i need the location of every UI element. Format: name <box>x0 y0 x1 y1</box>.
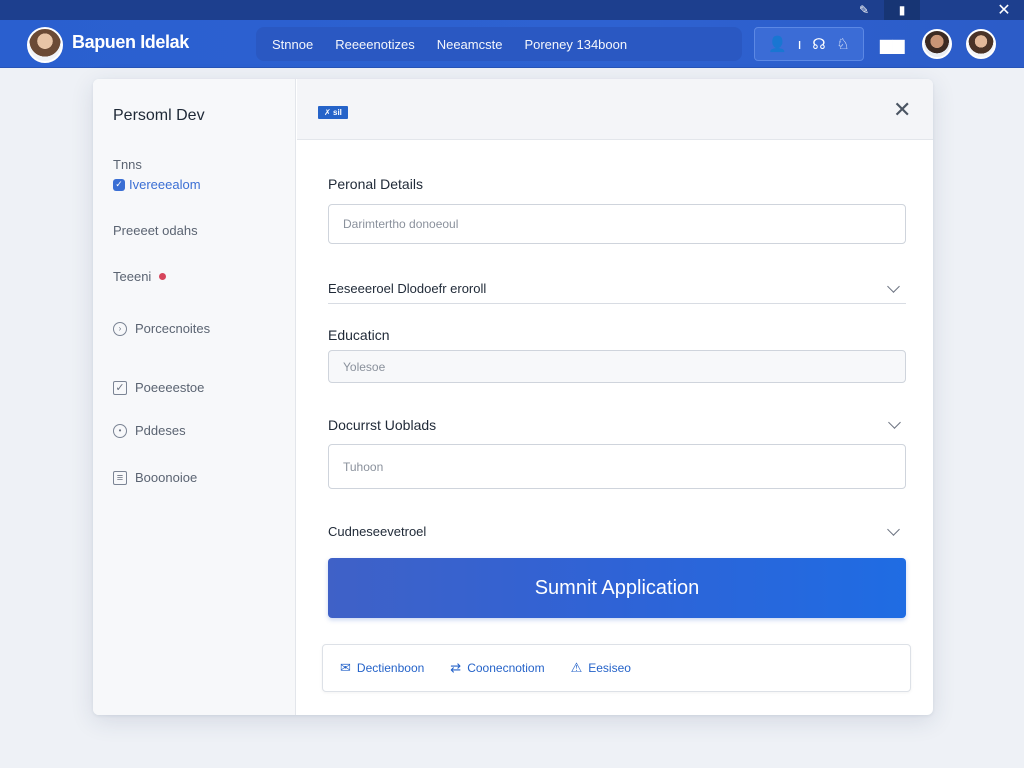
sidebar-title: Persoml Dev <box>113 107 205 124</box>
personal-details-placeholder: Darimtertho donoeoul <box>343 217 459 231</box>
sidebar-item-label: Booonoioe <box>135 470 198 485</box>
document-icon: ≡ <box>113 470 127 485</box>
sidebar-item-6[interactable]: ≡ Booonoioe <box>113 470 197 485</box>
dropdown-select-1[interactable]: Eeseeeroel Dlodoefr eroroll <box>328 274 906 304</box>
window-close-button[interactable]: ✕ <box>984 0 1024 20</box>
nav-item-portal[interactable]: Poreney 134boon <box>513 37 638 52</box>
chevron-down-icon <box>887 522 900 536</box>
window-title-bar: ✎ ▮ ✕ <box>0 0 1024 20</box>
sidebar-item-label: Poeeeestoe <box>135 380 205 395</box>
documents-placeholder: Tuhoon <box>343 459 384 474</box>
dialog-top-bar: ✗ sil ✕ <box>297 79 933 140</box>
dropdown-select-2-value: Cudneseevetroel <box>328 523 427 539</box>
dialog-content: ✗ sil ✕ Peronal Details Darimtertho dono… <box>297 79 933 715</box>
main-nav: Stnnoe Reeeenotizes Neeamcste Poreney 13… <box>256 27 742 61</box>
education-input[interactable]: Yolesoe <box>328 350 906 383</box>
profile-avatar[interactable] <box>27 27 63 63</box>
action-link-label: Dectienboon <box>356 661 425 675</box>
flag-icon: ✗ sil <box>318 106 348 119</box>
badge-icon[interactable]: ♘ <box>836 35 849 53</box>
documents-upload-input[interactable]: Tuhoon <box>328 444 906 489</box>
sidebar-item-active[interactable]: ✓ Ivereeealom <box>113 177 201 192</box>
dropdown-select-1-value: Eeseeeroel Dlodoefr eroroll <box>328 281 487 296</box>
sidebar-item-2[interactable]: Teeeni <box>113 269 167 284</box>
nav-item-resources[interactable]: Reeeenotizes <box>324 37 426 52</box>
sidebar-group-text: Tnns <box>113 157 142 172</box>
sidebar-item-5[interactable]: • Pddeses <box>113 423 186 438</box>
user-icon[interactable]: 👤 <box>768 35 787 53</box>
sidebar-item-3[interactable]: › Porcecnoites <box>113 321 210 336</box>
info-circle-icon: › <box>113 321 127 336</box>
user-avatar-1[interactable] <box>922 29 952 59</box>
dialog-close-button[interactable]: ✕ <box>893 97 911 123</box>
checkbox-icon: ✓ <box>113 380 127 395</box>
action-link-label: Eesiseo <box>588 661 631 675</box>
sidebar-item-label: Preeeet odahs <box>113 223 198 238</box>
warning-icon: ⚠ <box>570 660 583 675</box>
minimize-button[interactable]: ✎ <box>846 0 882 20</box>
header-toolbar: 👤 ı ☊ ♘ <box>754 27 864 61</box>
connection-icon: ⇄ <box>450 660 462 675</box>
brand-name: Bapuen Idelak <box>72 32 189 52</box>
education-label: Educaticn <box>328 327 390 343</box>
chevron-down-icon[interactable] <box>888 416 901 429</box>
action-link-1[interactable]: ✉ Dectienboon <box>340 660 424 676</box>
nav-item-network[interactable]: Neeamcste <box>426 37 514 52</box>
actions-bar: ✉ Dectienboon ⇄ Coonecnotiom ⚠ Eesiseo <box>322 644 911 692</box>
divider-icon: ı <box>797 35 802 53</box>
nav-item-home[interactable]: Stnnoe <box>256 37 324 52</box>
user-avatar-2[interactable] <box>966 29 996 59</box>
action-link-label: Coonecnotiom <box>467 661 545 675</box>
maximize-button[interactable]: ▮ <box>884 0 920 20</box>
app-header: Bapuen Idelak Stnnoe Reeeenotizes Neeamc… <box>0 20 1024 68</box>
action-link-3[interactable]: ⚠ Eesiseo <box>571 660 631 676</box>
sidebar-item-label: Teeeni <box>113 269 152 284</box>
sidebar-item-4[interactable]: ✓ Poeeeestoe <box>113 380 204 395</box>
application-dialog: Persoml Dev Tnns ✓ Ivereeealom Preeeet o… <box>93 79 933 715</box>
dropdown-select-2[interactable]: Cudneseevetroel <box>328 516 906 546</box>
dialog-sidebar: Persoml Dev Tnns ✓ Ivereeealom Preeeet o… <box>93 79 296 715</box>
personal-details-label: Peronal Details <box>328 176 423 192</box>
alert-dot-icon <box>159 273 167 280</box>
camera-icon[interactable]: ▆▆ <box>880 35 905 55</box>
sidebar-group-label: Tnns <box>113 157 142 172</box>
clock-icon: • <box>113 423 127 438</box>
sidebar-item-1[interactable]: Preeeet odahs <box>113 223 198 238</box>
bell-icon[interactable]: ☊ <box>812 35 825 53</box>
documents-label: Docurrst Uoblads <box>328 417 437 433</box>
action-link-2[interactable]: ⇄ Coonecnotiom <box>450 660 544 676</box>
sidebar-item-label: Pddeses <box>135 423 186 438</box>
mail-icon: ✉ <box>340 660 351 675</box>
sidebar-item-label: Ivereeealom <box>129 177 201 192</box>
personal-details-input[interactable]: Darimtertho donoeoul <box>328 204 906 244</box>
chevron-down-icon <box>887 280 900 293</box>
education-placeholder: Yolesoe <box>343 359 386 374</box>
submit-application-button[interactable]: Sumnit Application <box>328 558 906 618</box>
checkmark-icon: ✓ <box>113 178 125 191</box>
sidebar-item-label: Porcecnoites <box>135 321 211 336</box>
